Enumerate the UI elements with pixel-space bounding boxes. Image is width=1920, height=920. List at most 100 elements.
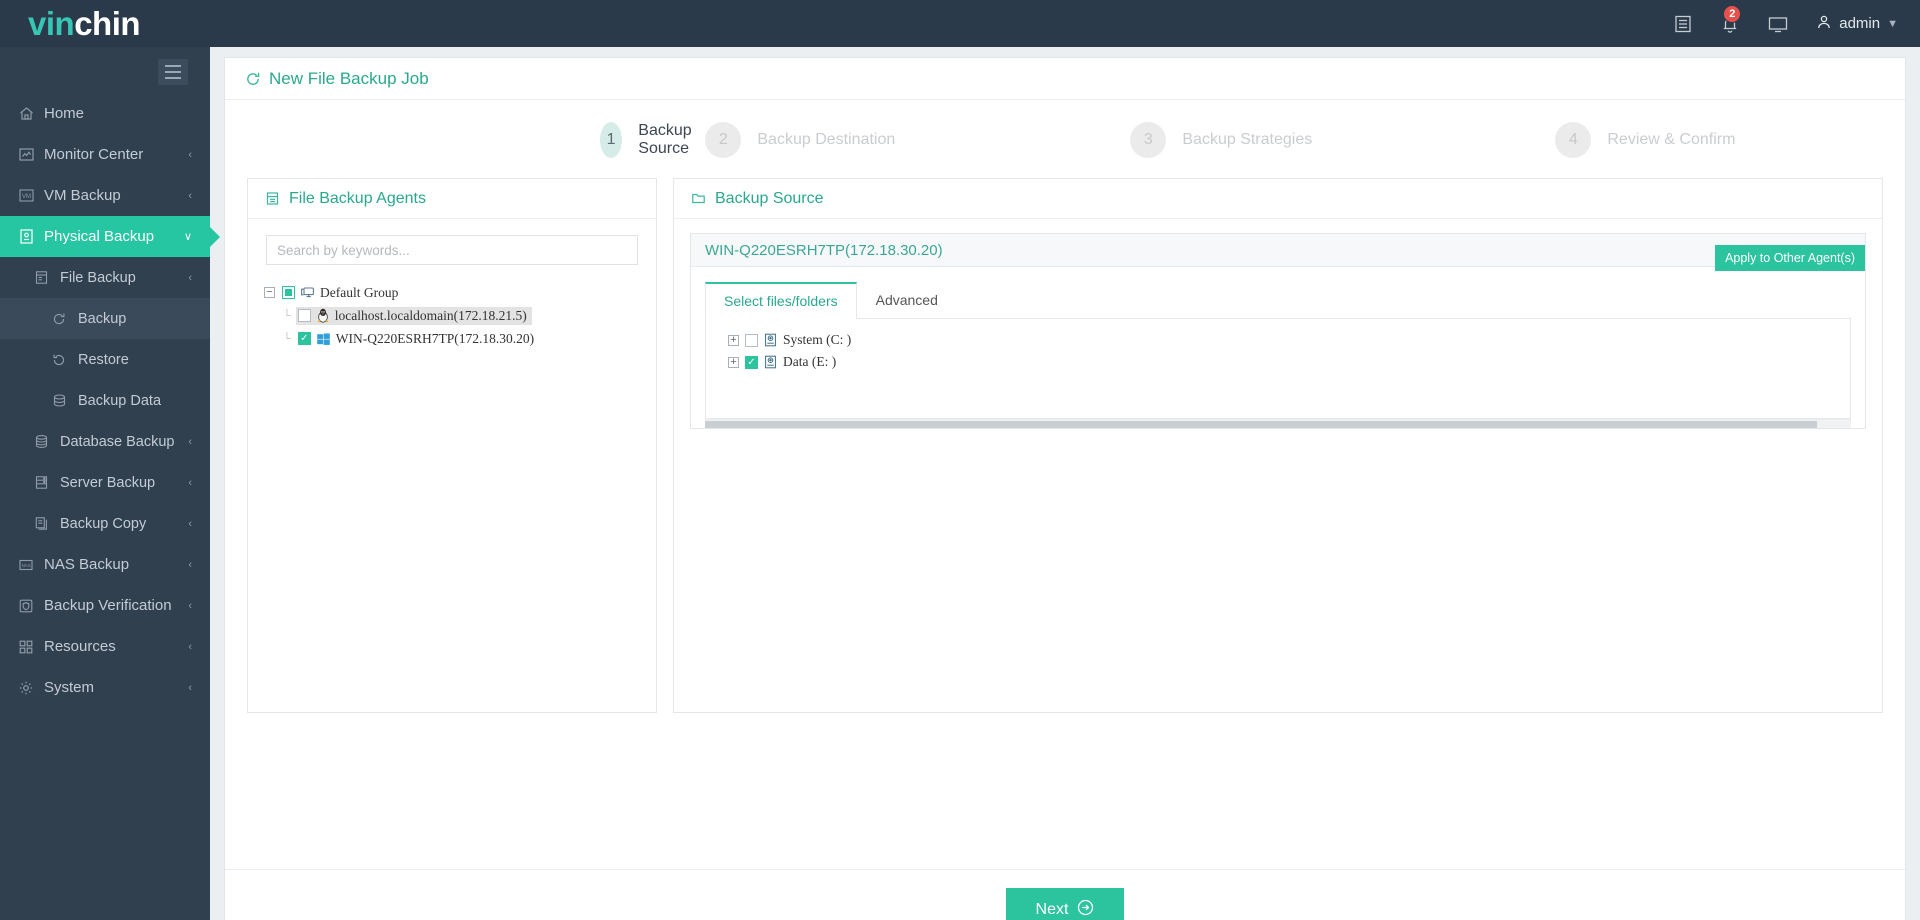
wizard-step-3[interactable]: 3 Backup Strategies [1130, 122, 1555, 158]
wizard-step-number: 3 [1130, 122, 1167, 158]
user-menu[interactable]: admin ▼ [1816, 14, 1898, 34]
sidebar-item-label: Home [44, 105, 85, 122]
server-icon [18, 228, 44, 245]
copy-icon [34, 516, 60, 531]
svg-text:VM: VM [22, 194, 31, 200]
agent-icon [265, 191, 280, 206]
sidebar-item-arrow-icon: ‹ [188, 476, 192, 489]
tab-label: Select files/folders [724, 293, 838, 309]
agent-checkbox[interactable] [297, 309, 311, 322]
panels-row: File Backup Agents − Default Group └ localh… [225, 172, 1905, 713]
sidebar-item-backup-data[interactable]: Backup Data [0, 380, 210, 421]
tab-advanced[interactable]: Advanced [857, 282, 957, 319]
brand-logo[interactable]: vinchin [0, 7, 210, 40]
agent-checkbox[interactable] [282, 286, 295, 299]
sidebar-item-label: Resources [44, 638, 116, 655]
app-root: vinchin 2 admin ▼ Home Monitor Center ‹ … [0, 0, 1920, 920]
wizard-steps: 1 Backup Source 2 Backup Destination 3 Backup… [225, 100, 1905, 172]
tree-expander-icon[interactable]: − [264, 287, 275, 298]
tree-branch-line: └ [283, 309, 291, 322]
wizard-step-2[interactable]: 2 Backup Destination [705, 122, 1130, 158]
file-checkbox[interactable]: ✓ [745, 355, 758, 369]
linux-penguin-icon [316, 308, 330, 323]
menu-toggle-button[interactable] [158, 59, 188, 85]
refresh-icon [245, 71, 261, 87]
sidebar-item-file-backup[interactable]: File Backup ‹ [0, 257, 210, 298]
sidebar-item-restore[interactable]: Restore [0, 339, 210, 380]
bell-icon[interactable]: 2 [1720, 4, 1742, 34]
file-tree-node[interactable]: + ✓ Data (E: ) [728, 351, 1850, 373]
page-card: New File Backup Job 1 Backup Source 2 Backu… [224, 57, 1906, 920]
agent-card-header[interactable]: WIN-Q220ESRH7TP(172.18.30.20) — [691, 234, 1865, 267]
database-icon [52, 393, 78, 408]
sidebar-item-label: Physical Backup [44, 228, 155, 245]
wizard-step-number: 4 [1555, 122, 1592, 158]
agent-tree-node[interactable]: └ ✓ WIN-Q220ESRH7TP(172.18.30.20) [264, 327, 646, 350]
agent-checkbox[interactable]: ✓ [297, 332, 311, 345]
sidebar-item-backup-copy[interactable]: Backup Copy ‹ [0, 503, 210, 544]
sidebar-item-database-backup[interactable]: Database Backup ‹ [0, 421, 210, 462]
user-name: admin [1839, 15, 1881, 32]
sidebar-item-label: Backup Data [78, 392, 162, 409]
source-panel-header: Backup Source [674, 179, 1882, 219]
agent-tree-node-content[interactable]: Default Group [280, 284, 403, 302]
agent-tree-node-content[interactable]: ✓ WIN-Q220ESRH7TP(172.18.30.20) [296, 330, 539, 348]
sidebar-item-vm-backup[interactable]: VM VM Backup ‹ [0, 175, 210, 216]
sidebar-item-arrow-icon: ‹ [188, 640, 192, 653]
disk-icon [764, 333, 777, 347]
file-backup-agents-panel: File Backup Agents − Default Group └ localh… [247, 178, 657, 713]
agent-tree-node[interactable]: − Default Group [264, 281, 646, 304]
agent-card-title: WIN-Q220ESRH7TP(172.18.30.20) [705, 241, 943, 259]
sidebar-item-label: VM Backup [44, 187, 121, 204]
sidebar-item-system[interactable]: System ‹ [0, 667, 210, 708]
shield-check-icon [18, 598, 44, 614]
menu-toggle-bar [165, 71, 181, 73]
wizard-step-label: Review & Confirm [1607, 131, 1736, 148]
sidebar-nav: Home Monitor Center ‹ VM VM Backup ‹ Physical … [0, 93, 210, 708]
agent-tree-node[interactable]: └ localhost.localdomain(172.18.21.5) [264, 304, 646, 327]
agent-tree-node-content[interactable]: localhost.localdomain(172.18.21.5) [295, 306, 532, 325]
agent-tree-node-label: WIN-Q220ESRH7TP(172.18.30.20) [335, 330, 535, 346]
file-tree-node-label: System (C: ) [783, 332, 852, 347]
brand-logo-part2: chin [74, 5, 141, 42]
sidebar-item-home[interactable]: Home [0, 93, 210, 134]
sidebar-item-label: Server Backup [60, 474, 156, 491]
file-expander-icon[interactable]: + [728, 356, 739, 368]
sidebar-item-label: Backup [78, 310, 127, 327]
svg-text:NAS: NAS [22, 563, 31, 568]
sidebar-item-label: Monitor Center [44, 146, 144, 163]
file-tree-node[interactable]: + System (C: ) [728, 329, 1850, 351]
sidebar-item-label: Restore [78, 351, 129, 368]
sidebar: Home Monitor Center ‹ VM VM Backup ‹ Physical … [0, 47, 210, 920]
sidebar-item-label: Backup Copy [60, 515, 147, 532]
wizard-step-4[interactable]: 4 Review & Confirm [1555, 122, 1865, 158]
sidebar-item-label: File Backup [60, 269, 136, 286]
sidebar-item-label: Database Backup [60, 433, 175, 450]
next-button-label: Next [1035, 901, 1069, 918]
sidebar-item-nas-backup[interactable]: NAS NAS Backup ‹ [0, 544, 210, 585]
monitor-icon[interactable] [1767, 14, 1789, 34]
sidebar-item-arrow-icon: ‹ [188, 681, 192, 694]
sidebar-item-backup[interactable]: Backup [0, 298, 210, 339]
next-button[interactable]: Next [1005, 888, 1125, 920]
sidebar-item-physical-backup[interactable]: Physical Backup ∨ [0, 216, 210, 257]
document-list-icon[interactable] [1673, 14, 1693, 34]
tab-select-files-folders[interactable]: Select files/folders [705, 282, 857, 319]
horizontal-scrollbar[interactable] [705, 419, 1851, 428]
sidebar-item-backup-verification[interactable]: Backup Verification ‹ [0, 585, 210, 626]
sidebar-item-label: System [44, 679, 95, 696]
scrollbar-thumb[interactable] [705, 421, 1817, 428]
notification-badge: 2 [1723, 4, 1742, 23]
apply-to-other-agents-button[interactable]: Apply to Other Agent(s) [1715, 245, 1865, 271]
footer-bar: Next [225, 869, 1905, 920]
sidebar-item-monitor-center[interactable]: Monitor Center ‹ [0, 134, 210, 175]
sidebar-item-server-backup[interactable]: Server Backup ‹ [0, 462, 210, 503]
sidebar-item-resources[interactable]: Resources ‹ [0, 626, 210, 667]
file-tree-node-label: Data (E: ) [783, 354, 837, 369]
file-checkbox[interactable] [745, 333, 758, 347]
file-expander-icon[interactable]: + [728, 334, 739, 346]
tree-branch-line: └ [283, 332, 291, 345]
top-bar-icons: 2 admin ▼ [1673, 4, 1898, 34]
wizard-step-1[interactable]: 1 Backup Source [265, 122, 705, 158]
search-input[interactable] [266, 235, 638, 265]
